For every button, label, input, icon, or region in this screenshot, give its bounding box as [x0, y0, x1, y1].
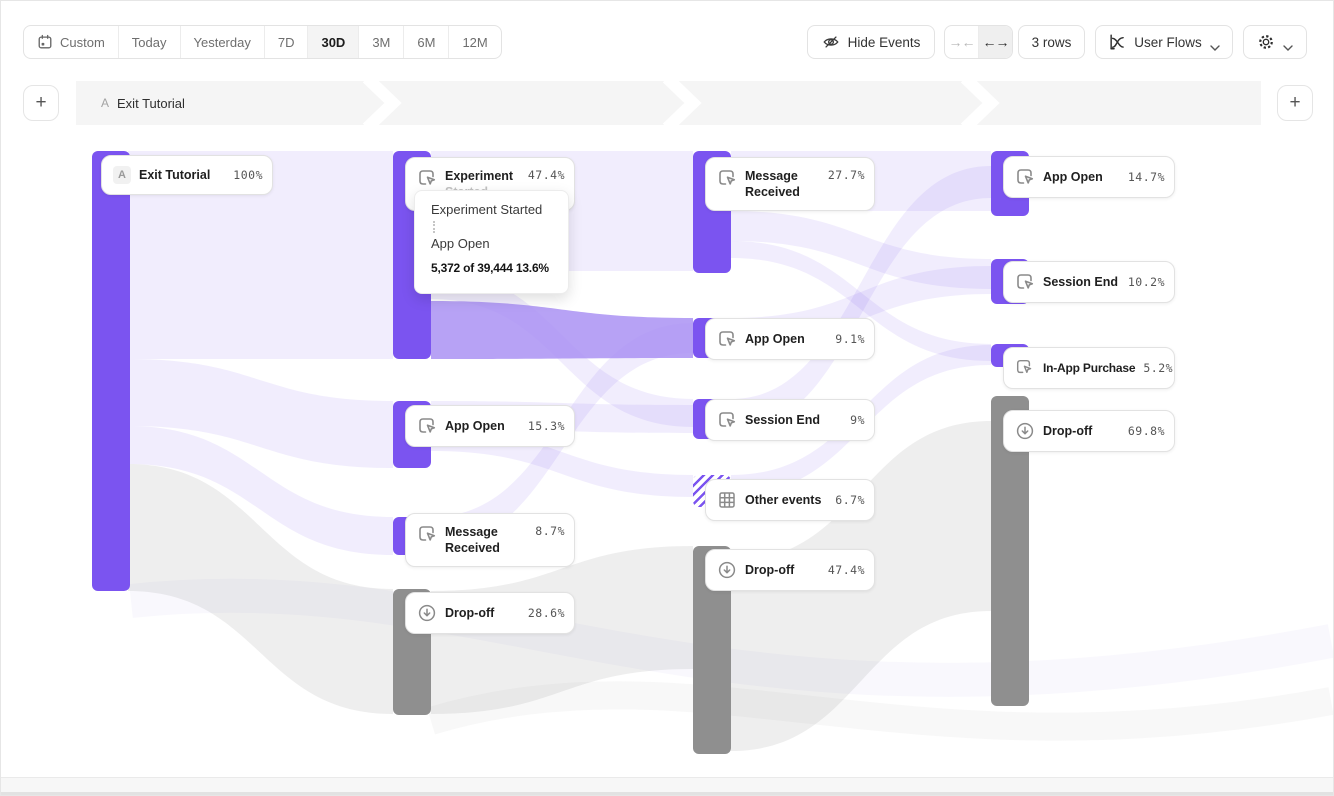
tooltip-from-event: Experiment Started: [431, 202, 558, 218]
event-icon: [717, 410, 737, 430]
flow-node-other-events[interactable]: Other events 6.7%: [705, 479, 875, 521]
node-label: Exit Tutorial: [139, 167, 225, 183]
tooltip-connector: [433, 221, 435, 233]
flow-node-message-received[interactable]: Message Received 8.7%: [405, 513, 575, 567]
node-percent: 47.4%: [828, 563, 865, 577]
event-icon: [1015, 167, 1035, 187]
flow-node-app-open[interactable]: App Open 15.3%: [405, 405, 575, 447]
node-label: Session End: [745, 412, 842, 428]
node-label: App Open: [445, 418, 520, 434]
node-label: Message Received: [745, 168, 817, 200]
node-label: Drop-off: [745, 562, 820, 578]
node-percent: 6.7%: [835, 493, 865, 507]
flow-node-session-end[interactable]: Session End 9%: [705, 399, 875, 441]
node-percent: 27.7%: [828, 168, 865, 182]
flow-node-app-open[interactable]: App Open 14.7%: [1003, 156, 1175, 198]
background-sweep: [431, 695, 1331, 726]
node-label: App Open: [1043, 169, 1120, 185]
node-percent: 15.3%: [528, 419, 565, 433]
event-icon: [417, 524, 437, 544]
node-percent: 69.8%: [1128, 424, 1165, 438]
flow-link-tooltip: Experiment Started App Open 5,372 of 39,…: [414, 190, 569, 294]
flow-node-exit-tutorial[interactable]: A Exit Tutorial 100%: [101, 155, 273, 195]
event-icon: [717, 329, 737, 349]
drop-off-icon: [417, 603, 437, 623]
node-percent: 47.4%: [528, 168, 565, 182]
flow-node-app-open[interactable]: App Open 9.1%: [705, 318, 875, 360]
node-label: Session End: [1043, 274, 1120, 290]
user-flows-app: Custom Today Yesterday 7D 30D 3M 6M 12M …: [0, 0, 1334, 796]
tooltip-stats: 5,372 of 39,444 13.6%: [431, 261, 558, 275]
node-label: Other events: [745, 492, 827, 508]
node-label: In-App Purchase: [1043, 360, 1135, 376]
node-label: Drop-off: [445, 605, 520, 621]
event-icon: [417, 416, 437, 436]
drop-off-icon: [1015, 421, 1035, 441]
node-percent: 14.7%: [1128, 170, 1165, 184]
node-percent: 5.2%: [1143, 361, 1173, 375]
node-label: Message Received: [445, 524, 517, 556]
node-percent: 28.6%: [528, 606, 565, 620]
event-icon: [1015, 272, 1035, 292]
event-icon: [717, 168, 737, 188]
event-a-badge: A: [113, 166, 131, 184]
node-percent: 8.7%: [535, 524, 565, 538]
node-percent: 9.1%: [835, 332, 865, 346]
flow-node-drop-off[interactable]: Drop-off 28.6%: [405, 592, 575, 634]
event-icon: [1015, 358, 1035, 378]
flow-node-message-received[interactable]: Message Received 27.7%: [705, 157, 875, 211]
tooltip-to-event: App Open: [431, 236, 558, 252]
node-label: Drop-off: [1043, 423, 1120, 439]
flow-node-session-end[interactable]: Session End 10.2%: [1003, 261, 1175, 303]
grid-icon: [717, 490, 737, 510]
node-percent: 100%: [233, 168, 263, 182]
flow-node-in-app-purchase[interactable]: In-App Purchase 5.2%: [1003, 347, 1175, 389]
drop-off-icon: [717, 560, 737, 580]
flow-bar-exit-tutorial[interactable]: [92, 151, 130, 591]
event-icon: [417, 168, 437, 188]
footer-strip: [1, 777, 1333, 795]
flow-link-highlighted[interactable]: [431, 301, 693, 359]
node-label: App Open: [745, 331, 827, 347]
flow-node-drop-off[interactable]: Drop-off 47.4%: [705, 549, 875, 591]
flow-ribbons: [1, 1, 1334, 796]
node-percent: 9%: [850, 413, 865, 427]
node-percent: 10.2%: [1128, 275, 1165, 289]
flow-node-drop-off[interactable]: Drop-off 69.8%: [1003, 410, 1175, 452]
